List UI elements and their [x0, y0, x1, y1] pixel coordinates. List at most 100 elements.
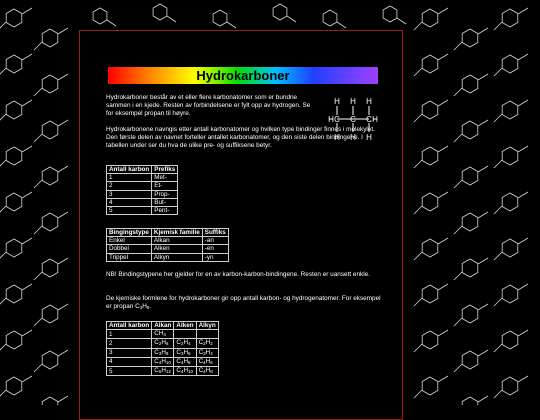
- bond-shape: [33, 41, 43, 51]
- suffix-table-cell: Enkel: [106, 236, 152, 246]
- bond-shape: [477, 257, 489, 265]
- bond-shape: [33, 179, 43, 189]
- formula-table-row: 1 CH4: [105, 329, 219, 340]
- bond-shape: [0, 21, 7, 29]
- formula-table-cell: C4H8: [173, 356, 197, 368]
- page-title: Hydrokarboner: [196, 68, 290, 83]
- formula-table-cell: 2: [105, 338, 153, 349]
- carbon-atom-label: C: [350, 115, 356, 124]
- formula-subscript: 2: [180, 341, 184, 347]
- prefix-table: Antall karbon Prefiks 1 Met- 2 Et- 3 Prop- 4 But…: [105, 164, 179, 216]
- prefix-table-header: Prefiks: [151, 164, 179, 175]
- bond-shape: [477, 211, 489, 219]
- intro-paragraph: Hydrokarboner består av et eller flere k…: [106, 94, 311, 117]
- bond-shape: [517, 375, 529, 383]
- formula-table-header: Alkyn: [195, 320, 219, 331]
- ring-shape: [461, 396, 479, 405]
- formula-subscript: 8: [188, 359, 191, 365]
- formula-subscript: 6: [188, 350, 191, 356]
- ring-shape: [5, 284, 23, 304]
- bond-shape: [413, 251, 423, 261]
- ring-shape: [421, 376, 439, 396]
- formula-subscript: 4: [203, 359, 206, 365]
- bond-shape: [33, 133, 43, 143]
- formula-subscript: 3: [180, 350, 184, 356]
- formula-table-cell: C5H12: [151, 366, 175, 377]
- bond-shape: [413, 343, 423, 353]
- formula-subscript: 2: [203, 341, 206, 347]
- bond-shape: [0, 251, 7, 259]
- ring-shape: [41, 258, 59, 278]
- bond-shape: [493, 21, 503, 31]
- formula-subscript: 12: [165, 369, 171, 375]
- bond-shape: [437, 283, 449, 291]
- formula-subscript: 2: [210, 341, 213, 347]
- content-frame: Hydrokarboner Hydrokarboner består av et…: [79, 30, 403, 420]
- bond-shape: [0, 389, 7, 397]
- ring-shape: [5, 100, 23, 120]
- bond-shape: [57, 27, 69, 35]
- formula-table-header: Alkan: [151, 320, 175, 331]
- prefix-table-row: 4 But-: [105, 197, 179, 208]
- formula-subscript: 4: [163, 332, 166, 338]
- bond-shape: [57, 257, 69, 265]
- formula-subscript: 8: [165, 350, 169, 356]
- formula-subscript: 4: [210, 350, 213, 356]
- ring-shape: [501, 238, 519, 258]
- ring-shape: [461, 304, 479, 324]
- ring-shape: [41, 396, 59, 405]
- bond-shape: [437, 237, 449, 245]
- formula-table-cell: [195, 329, 219, 340]
- ring-shape: [5, 376, 23, 396]
- bond-shape: [477, 395, 489, 403]
- bond-shape: [33, 225, 43, 235]
- ring-shape: [382, 5, 398, 23]
- bond-shape: [21, 329, 33, 337]
- prefix-table-cell: 1: [105, 173, 153, 183]
- suffix-table-cell: -en: [201, 244, 229, 254]
- naming-paragraph: Hydrokarbonene navngis etter antall karb…: [106, 126, 375, 149]
- prefix-table-row: 5 Pent-: [105, 206, 179, 216]
- bond-shape: [493, 67, 503, 77]
- bond-shape: [437, 99, 449, 107]
- ring-shape: [501, 146, 519, 166]
- suffix-table-cell: Alkyn: [150, 252, 203, 262]
- prefix-table-cell: 5: [105, 206, 153, 216]
- bond-shape: [226, 21, 237, 29]
- formula-table-cell: 1: [105, 329, 153, 340]
- ring-shape: [41, 74, 59, 94]
- suffix-table-row: Enkel Alkan -an: [106, 236, 229, 246]
- ring-shape: [501, 8, 519, 28]
- bond-shape: [21, 53, 33, 61]
- bond-shape: [57, 211, 69, 219]
- bond-shape: [517, 283, 529, 291]
- hydrogen-atom-label: H: [334, 97, 340, 106]
- formula-table: Antall karbon Alkan Alken Alkyn 1 CH4 2 C2H6 C2…: [105, 320, 219, 377]
- ring-shape: [41, 28, 59, 48]
- formula-table-cell: 5: [105, 366, 153, 377]
- ring-shape: [501, 284, 519, 304]
- suffix-table-header: Suffiks: [201, 227, 229, 238]
- formula-table-cell: C4H10: [173, 366, 197, 377]
- bond-shape: [437, 7, 449, 15]
- ring-shape: [5, 330, 23, 350]
- prefix-table-header: Antall karbon: [105, 164, 153, 175]
- bond-shape: [477, 119, 489, 127]
- carbon-atom-label: C: [366, 115, 372, 124]
- ring-shape: [41, 212, 59, 232]
- bond-shape: [477, 27, 489, 35]
- formula-table-cell: C2H2: [195, 338, 219, 349]
- bond-shape: [453, 87, 463, 97]
- bond-shape: [21, 7, 33, 15]
- bond-shape: [57, 395, 69, 403]
- suffix-table-cell: -an: [201, 236, 229, 246]
- bond-shape: [493, 343, 503, 353]
- bond-shape: [437, 53, 449, 61]
- bond-shape: [453, 271, 463, 281]
- bond-shape: [413, 113, 423, 123]
- ring-shape: [5, 192, 23, 212]
- formula-table-header: Antall karbon: [105, 320, 153, 331]
- formula-table-cell: CH4: [151, 329, 175, 340]
- hydrogen-atom-label: H: [366, 97, 372, 106]
- prefix-table-cell: Pent-: [151, 206, 179, 216]
